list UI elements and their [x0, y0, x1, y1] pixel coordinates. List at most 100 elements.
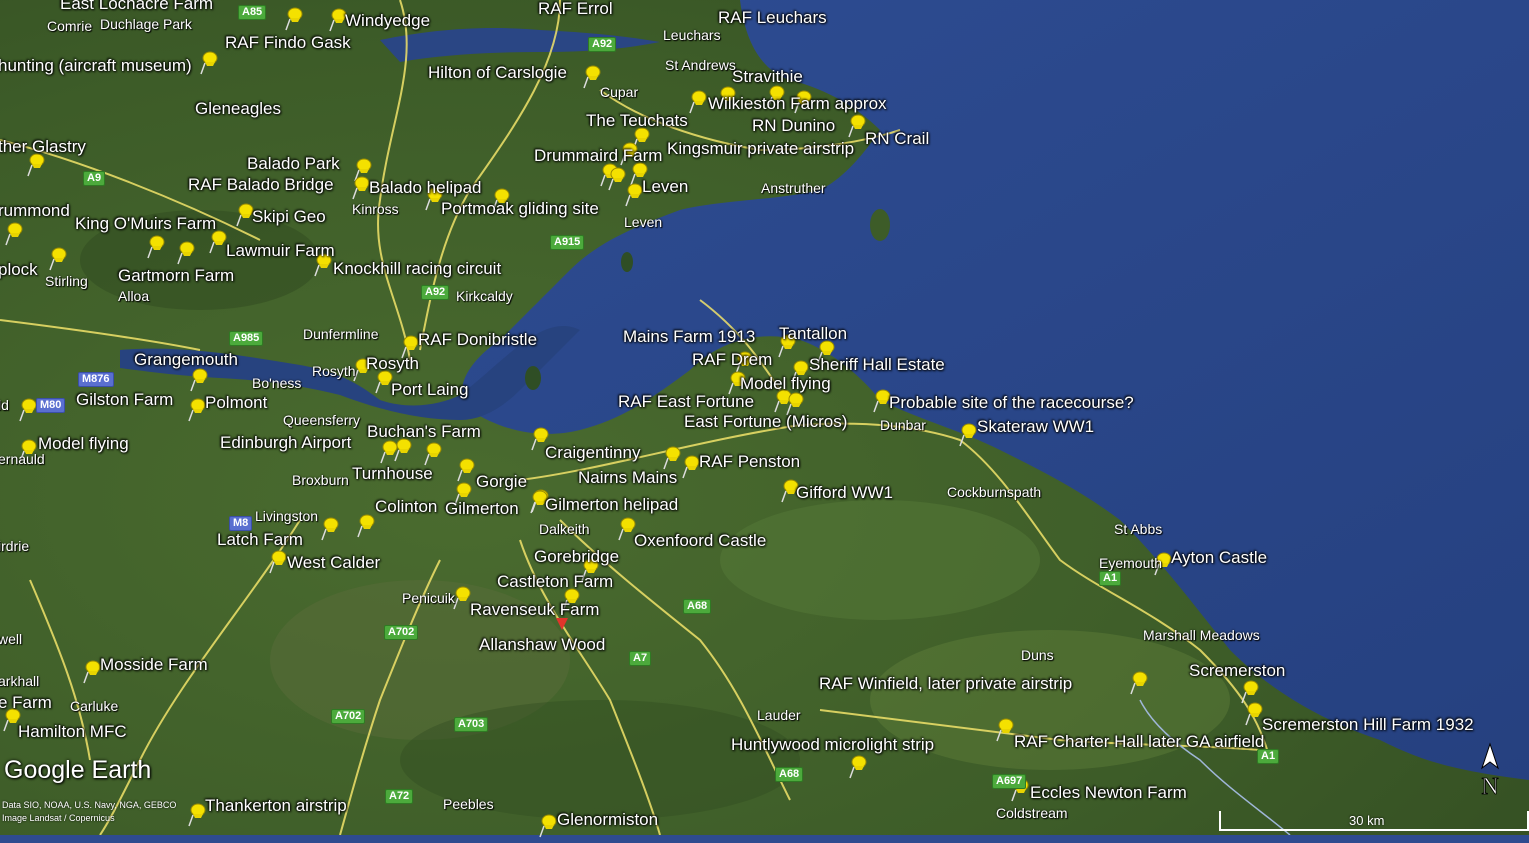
placemark-label[interactable]: rummond — [0, 202, 70, 219]
placemark-label[interactable]: The Teuchats — [586, 112, 688, 129]
placemark-pin-icon[interactable] — [624, 181, 644, 207]
placemark-pin-icon[interactable] — [688, 88, 708, 114]
placemark-label[interactable]: Edinburgh Airport — [220, 434, 351, 451]
placemark-label[interactable]: Colinton — [375, 498, 437, 515]
placemark-pin-icon[interactable] — [189, 366, 209, 392]
placemark-pin-icon[interactable] — [456, 456, 476, 482]
placemark-label[interactable]: Portmoak gliding site — [441, 200, 599, 217]
placemark-pin-icon[interactable] — [681, 453, 701, 479]
placemark-pin-icon[interactable] — [662, 444, 682, 470]
placemark-label[interactable]: RAF Balado Bridge — [188, 176, 334, 193]
placemark-label[interactable]: Mosside Farm — [100, 656, 208, 673]
placemark-pin-icon[interactable] — [187, 396, 207, 422]
placemark-pin-icon[interactable] — [423, 440, 443, 466]
placemark-label[interactable]: Gartmorn Farm — [118, 267, 234, 284]
placemark-pin-icon[interactable] — [1244, 700, 1264, 726]
placemark-label[interactable]: Balado Park — [247, 155, 340, 172]
placemark-label[interactable]: RAF Errol — [538, 0, 613, 17]
placemark-label[interactable]: Eccles Newton Farm — [1030, 784, 1187, 801]
placemark-pin-icon[interactable] — [176, 239, 196, 265]
placemark-pin-icon[interactable] — [284, 5, 304, 31]
placemark-label[interactable]: King O'Muirs Farm — [75, 215, 216, 232]
placemark-label[interactable]: RAF Penston — [699, 453, 800, 470]
placemark-label[interactable]: Nairns Mains — [578, 469, 677, 486]
place-label-allanshaw[interactable]: Allanshaw Wood — [479, 636, 605, 653]
placemark-label[interactable]: RAF Winfield, later private airstrip — [819, 675, 1072, 692]
placemark-label[interactable]: Windyedge — [345, 12, 430, 29]
placemark-label[interactable]: Knockhill racing circuit — [333, 260, 501, 277]
placemark-pin-icon[interactable] — [847, 112, 867, 138]
placemark-pin-icon[interactable] — [351, 174, 371, 200]
placemark-pin-icon[interactable] — [995, 716, 1015, 742]
placemark-label[interactable]: Skateraw WW1 — [977, 418, 1094, 435]
placemark-label[interactable]: Stravithie — [732, 68, 803, 85]
placemark-label[interactable]: Turnhouse — [352, 465, 433, 482]
placemark-label[interactable]: RN Crail — [865, 130, 929, 147]
placemark-pin-icon[interactable] — [187, 801, 207, 827]
placemark-pin-icon[interactable] — [582, 63, 602, 89]
placemark-label[interactable]: Probable site of the racecourse? — [889, 394, 1134, 411]
placemark-label[interactable]: hunting (aircraft museum) — [0, 57, 192, 74]
placemark-label[interactable]: Lawmuir Farm — [226, 242, 335, 259]
placemark-label[interactable]: Sheriff Hall Estate — [809, 356, 945, 373]
placemark-label[interactable]: Latch Farm — [217, 531, 303, 548]
placemark-label[interactable]: Rosyth — [366, 355, 419, 372]
placemark-pin-icon[interactable] — [379, 438, 399, 464]
placemark-label[interactable]: Gilmerton — [445, 500, 519, 517]
placemark-pin-icon[interactable] — [848, 753, 868, 779]
placemark-label[interactable]: Hamilton MFC — [18, 723, 127, 740]
placemark-label[interactable]: Balado helipad — [369, 179, 481, 196]
placemark-label[interactable]: Thankerton airstrip — [205, 797, 347, 814]
placemark-label[interactable]: Ayton Castle — [1171, 549, 1267, 566]
placemark-label[interactable]: Gifford WW1 — [796, 484, 893, 501]
placemark-label[interactable]: Model flying — [38, 435, 129, 452]
placemark-label[interactable]: East Fortune (Micros) — [684, 413, 847, 430]
placemark-label[interactable]: Skipi Geo — [252, 208, 326, 225]
placemark-label[interactable]: ther Glastry — [0, 138, 86, 155]
placemark-label[interactable]: RAF East Fortune — [618, 393, 754, 410]
placemark-pin-icon[interactable] — [356, 512, 376, 538]
placemark-label[interactable]: RAF Charter Hall later GA airfield — [1014, 733, 1264, 750]
placemark-label[interactable]: Kingsmuir private airstrip — [667, 140, 854, 157]
placemark-label[interactable]: East Lochacre Farm — [60, 0, 213, 12]
placemark-label[interactable]: Gleneagles — [195, 100, 281, 117]
placemark-pin-icon[interactable] — [48, 245, 68, 271]
placemark-label[interactable]: Scremerston Hill Farm 1932 — [1262, 716, 1474, 733]
placemark-label[interactable]: Mains Farm 1913 — [623, 328, 755, 345]
place-label-ravenseuk[interactable]: Ravenseuk Farm — [470, 601, 599, 618]
placemark-label[interactable]: RAF Leuchars — [718, 9, 827, 26]
placemark-label[interactable]: Scremerston — [1189, 662, 1285, 679]
placemark-label[interactable]: West Calder — [287, 554, 380, 571]
placemark-label[interactable]: Polmont — [205, 394, 267, 411]
placemark-label[interactable]: plock — [0, 261, 38, 278]
placemark-label[interactable]: e Farm — [0, 694, 52, 711]
placemark-pin-icon[interactable] — [538, 812, 558, 838]
placemark-label[interactable]: RAF Drem — [692, 351, 772, 368]
placemark-label[interactable]: RN Dunino — [752, 117, 835, 134]
placemark-label[interactable]: Tantallon — [779, 325, 847, 342]
placemark-pin-icon[interactable] — [958, 421, 978, 447]
north-arrow-icon[interactable]: N — [1474, 742, 1506, 800]
placemark-label[interactable]: Gorgie — [476, 473, 527, 490]
red-location-marker-icon[interactable] — [556, 618, 568, 630]
placemark-pin-icon[interactable] — [146, 233, 166, 259]
placemark-label[interactable]: RAF Findo Gask — [225, 34, 351, 51]
placemark-label[interactable]: Huntlywood microlight strip — [731, 736, 934, 753]
placemark-label[interactable]: Gilmerton helipad — [545, 496, 678, 513]
placemark-label[interactable]: Castleton Farm — [497, 573, 613, 590]
placemark-label[interactable]: Hilton of Carslogie — [428, 64, 567, 81]
placemark-pin-icon[interactable] — [268, 548, 288, 574]
placemark-pin-icon[interactable] — [1129, 669, 1149, 695]
placemark-pin-icon[interactable] — [199, 49, 219, 75]
placemark-label[interactable]: RAF Donibristle — [418, 331, 537, 348]
placemark-pin-icon[interactable] — [452, 584, 472, 610]
placemark-label[interactable]: Glenormiston — [557, 811, 658, 828]
placemark-pin-icon[interactable] — [18, 396, 38, 422]
placemark-label[interactable]: Drummaird Farm — [534, 147, 662, 164]
placemark-pin-icon[interactable] — [320, 515, 340, 541]
placemark-pin-icon[interactable] — [4, 220, 24, 246]
placemark-label[interactable]: Port Laing — [391, 381, 469, 398]
placemark-label[interactable]: Model flying — [740, 375, 831, 392]
placemark-pin-icon[interactable] — [82, 658, 102, 684]
placemark-label[interactable]: Buchan's Farm — [367, 423, 481, 440]
